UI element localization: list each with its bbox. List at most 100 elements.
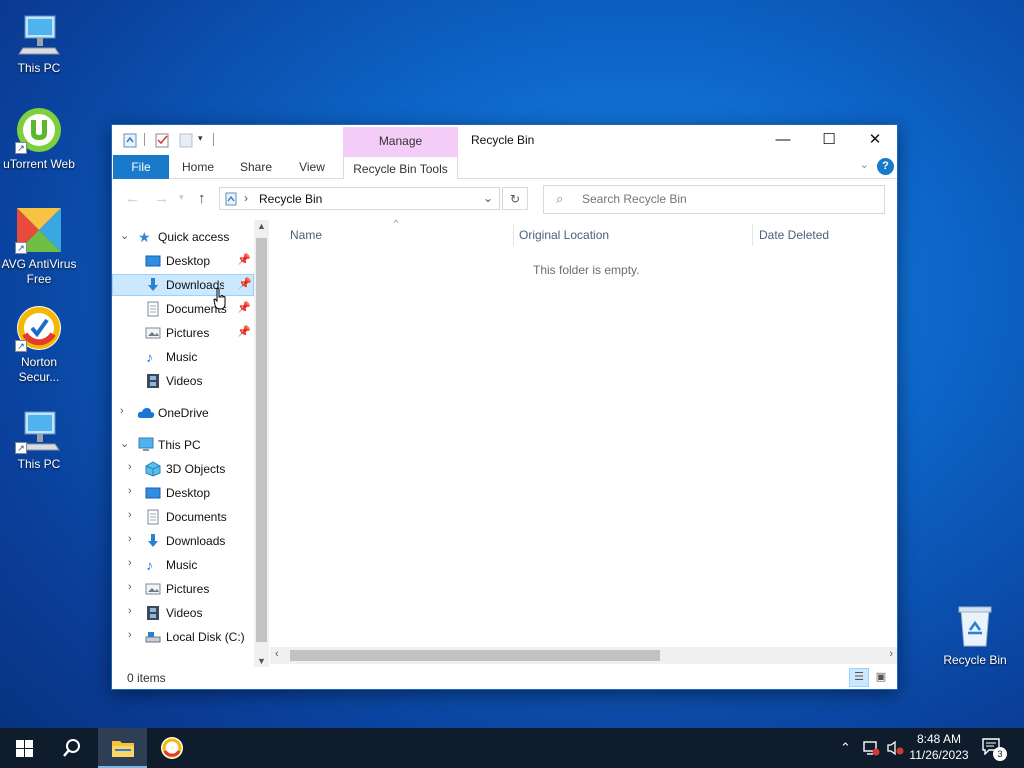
expand-chevron-icon[interactable]: ›	[128, 509, 132, 521]
tree-item-label: Videos	[166, 606, 203, 620]
file-explorer-taskbar-button[interactable]	[98, 728, 147, 768]
volume-muted-icon[interactable]	[886, 740, 904, 759]
tab-view[interactable]: View	[288, 155, 336, 179]
desktop-icon-this-pc-shortcut[interactable]: ↗ This PC	[0, 406, 78, 472]
start-button[interactable]	[0, 728, 48, 768]
tree-item-onedrive[interactable]: › OneDrive	[112, 402, 254, 424]
tree-item-downloads[interactable]: › Downloads	[112, 530, 254, 552]
recent-locations-chevron-icon[interactable]: ▾	[179, 192, 184, 203]
scroll-down-icon[interactable]: ▼	[257, 656, 266, 666]
scroll-right-icon[interactable]: ›	[889, 648, 893, 660]
scroll-left-icon[interactable]: ‹	[275, 648, 279, 660]
expand-chevron-icon[interactable]: ›	[128, 533, 132, 545]
utorrent-icon: ↗	[15, 106, 63, 154]
expand-chevron-icon[interactable]: ›	[120, 405, 124, 417]
expand-chevron-icon[interactable]: ›	[128, 605, 132, 617]
horizontal-scrollbar[interactable]: ‹ ›	[270, 647, 897, 664]
column-header-date-deleted[interactable]: Date Deleted	[759, 228, 829, 242]
back-arrow-icon[interactable]: ←	[125, 190, 140, 207]
new-folder-icon[interactable]	[178, 131, 194, 149]
search-box[interactable]: ⌕	[543, 185, 885, 214]
expand-chevron-icon[interactable]: ›	[128, 557, 132, 569]
refresh-button[interactable]: ↻	[502, 187, 528, 210]
tree-item-quick-access[interactable]: ⌄ ★ Quick access	[112, 226, 254, 248]
column-header-original-location[interactable]: Original Location	[519, 228, 609, 242]
tree-item-label: Quick access	[158, 230, 230, 244]
maximize-button[interactable]: ☐	[806, 125, 852, 155]
column-divider[interactable]	[513, 224, 514, 246]
file-list-pane[interactable]: ^ Name Original Location Date Deleted Th…	[270, 218, 897, 667]
desktop-icon-utorrent-web[interactable]: ↗ uTorrent Web	[0, 106, 78, 172]
help-button[interactable]: ?	[877, 158, 894, 175]
column-divider[interactable]	[752, 224, 753, 246]
expand-chevron-icon[interactable]: ›	[128, 485, 132, 497]
tree-item-videos-pc[interactable]: › Videos	[112, 602, 254, 624]
properties-icon[interactable]	[154, 131, 170, 149]
expand-ribbon-icon[interactable]: ⌄	[860, 158, 869, 171]
desktop-icon-norton-security[interactable]: ↗ Norton Secur...	[0, 304, 78, 385]
tree-item-pictures-pinned[interactable]: Pictures 📌	[112, 322, 254, 344]
search-input[interactable]	[582, 192, 872, 206]
tree-item-downloads-pinned[interactable]: Downloads 📌	[112, 274, 254, 296]
show-hidden-icons-chevron-icon[interactable]: ⌃	[840, 740, 851, 756]
tab-home[interactable]: Home	[174, 155, 222, 179]
title-bar[interactable]: ▾ Manage Recycle Bin — ☐ ✕	[112, 125, 897, 155]
pin-icon[interactable]: 📌	[237, 325, 251, 338]
breadcrumb[interactable]: Recycle Bin	[259, 192, 322, 206]
computer-icon: ↗	[15, 406, 63, 454]
tree-item-documents[interactable]: › Documents	[112, 506, 254, 528]
tree-item-desktop-pinned[interactable]: Desktop 📌	[112, 250, 254, 272]
scroll-up-icon[interactable]: ▲	[257, 221, 266, 231]
tree-item-music-pc[interactable]: › ♪ Music	[112, 554, 254, 576]
close-button[interactable]: ✕	[852, 125, 898, 155]
navigation-pane-scrollbar[interactable]: ▲ ▼	[254, 220, 269, 667]
tab-recycle-bin-tools[interactable]: Recycle Bin Tools	[343, 155, 458, 179]
tree-item-3d-objects[interactable]: › 3D Objects	[112, 458, 254, 480]
tree-item-label: 3D Objects	[166, 462, 226, 476]
pin-icon[interactable]: 📌	[238, 277, 252, 290]
action-center-button[interactable]: 3	[982, 737, 1007, 761]
column-header-name[interactable]: Name	[290, 228, 322, 242]
tree-item-this-pc[interactable]: ⌄ This PC	[112, 434, 254, 456]
pin-icon[interactable]: 📌	[237, 253, 251, 266]
tree-item-pictures[interactable]: › Pictures	[112, 578, 254, 600]
tab-share[interactable]: Share	[232, 155, 280, 179]
recycle-bin-small-icon	[224, 191, 238, 210]
address-dropdown-chevron-icon[interactable]: ⌄	[483, 191, 493, 205]
pin-icon[interactable]: 📌	[237, 301, 251, 314]
scrollbar-thumb[interactable]	[256, 238, 267, 642]
desktop-icon-recycle-bin[interactable]: Recycle Bin	[936, 602, 1014, 668]
tab-file[interactable]: File	[113, 155, 169, 179]
collapse-chevron-icon[interactable]: ⌄	[120, 437, 129, 450]
desktop-icon-avg-antivirus[interactable]: ↗ AVG AntiVirus Free	[0, 206, 78, 287]
network-icon[interactable]	[862, 740, 880, 759]
customize-quick-access-icon[interactable]: ▾	[198, 133, 203, 151]
collapse-chevron-icon[interactable]: ⌄	[120, 229, 129, 242]
tree-item-videos[interactable]: Videos	[112, 370, 254, 392]
address-bar[interactable]: › Recycle Bin ⌄	[219, 187, 500, 210]
large-icons-view-button[interactable]: ▣	[871, 668, 891, 687]
tree-item-local-disk-c[interactable]: › Local Disk (C:)	[112, 626, 254, 648]
navigation-bar: ← → ▾ ↑ › Recycle Bin ⌄ ↻ ⌕	[112, 180, 897, 218]
expand-chevron-icon[interactable]: ›	[128, 629, 132, 641]
clock[interactable]: 8:48 AM 11/26/2023	[906, 731, 972, 763]
window-title: Recycle Bin	[471, 133, 535, 147]
tree-item-music[interactable]: ♪ Music	[112, 346, 254, 368]
up-arrow-icon[interactable]: ↑	[198, 190, 206, 207]
search-icon: ⌕	[556, 191, 564, 206]
search-taskbar-button[interactable]	[48, 728, 96, 768]
shortcut-arrow-icon: ↗	[15, 142, 27, 154]
norton-taskbar-button[interactable]	[148, 728, 196, 768]
minimize-button[interactable]: —	[760, 125, 806, 155]
forward-arrow-icon[interactable]: →	[154, 190, 169, 207]
tree-item-desktop[interactable]: › Desktop	[112, 482, 254, 504]
expand-chevron-icon[interactable]: ›	[128, 461, 132, 473]
scrollbar-thumb[interactable]	[290, 650, 660, 661]
expand-chevron-icon[interactable]: ›	[128, 581, 132, 593]
toolbar-divider	[144, 133, 145, 146]
tree-item-documents-pinned[interactable]: Documents 📌	[112, 298, 254, 320]
desktop-icon-label: This PC	[17, 457, 61, 471]
desktop-icon-this-pc[interactable]: This PC	[0, 10, 78, 76]
details-view-icon: ☰	[854, 671, 864, 683]
details-view-button[interactable]: ☰	[849, 668, 869, 687]
